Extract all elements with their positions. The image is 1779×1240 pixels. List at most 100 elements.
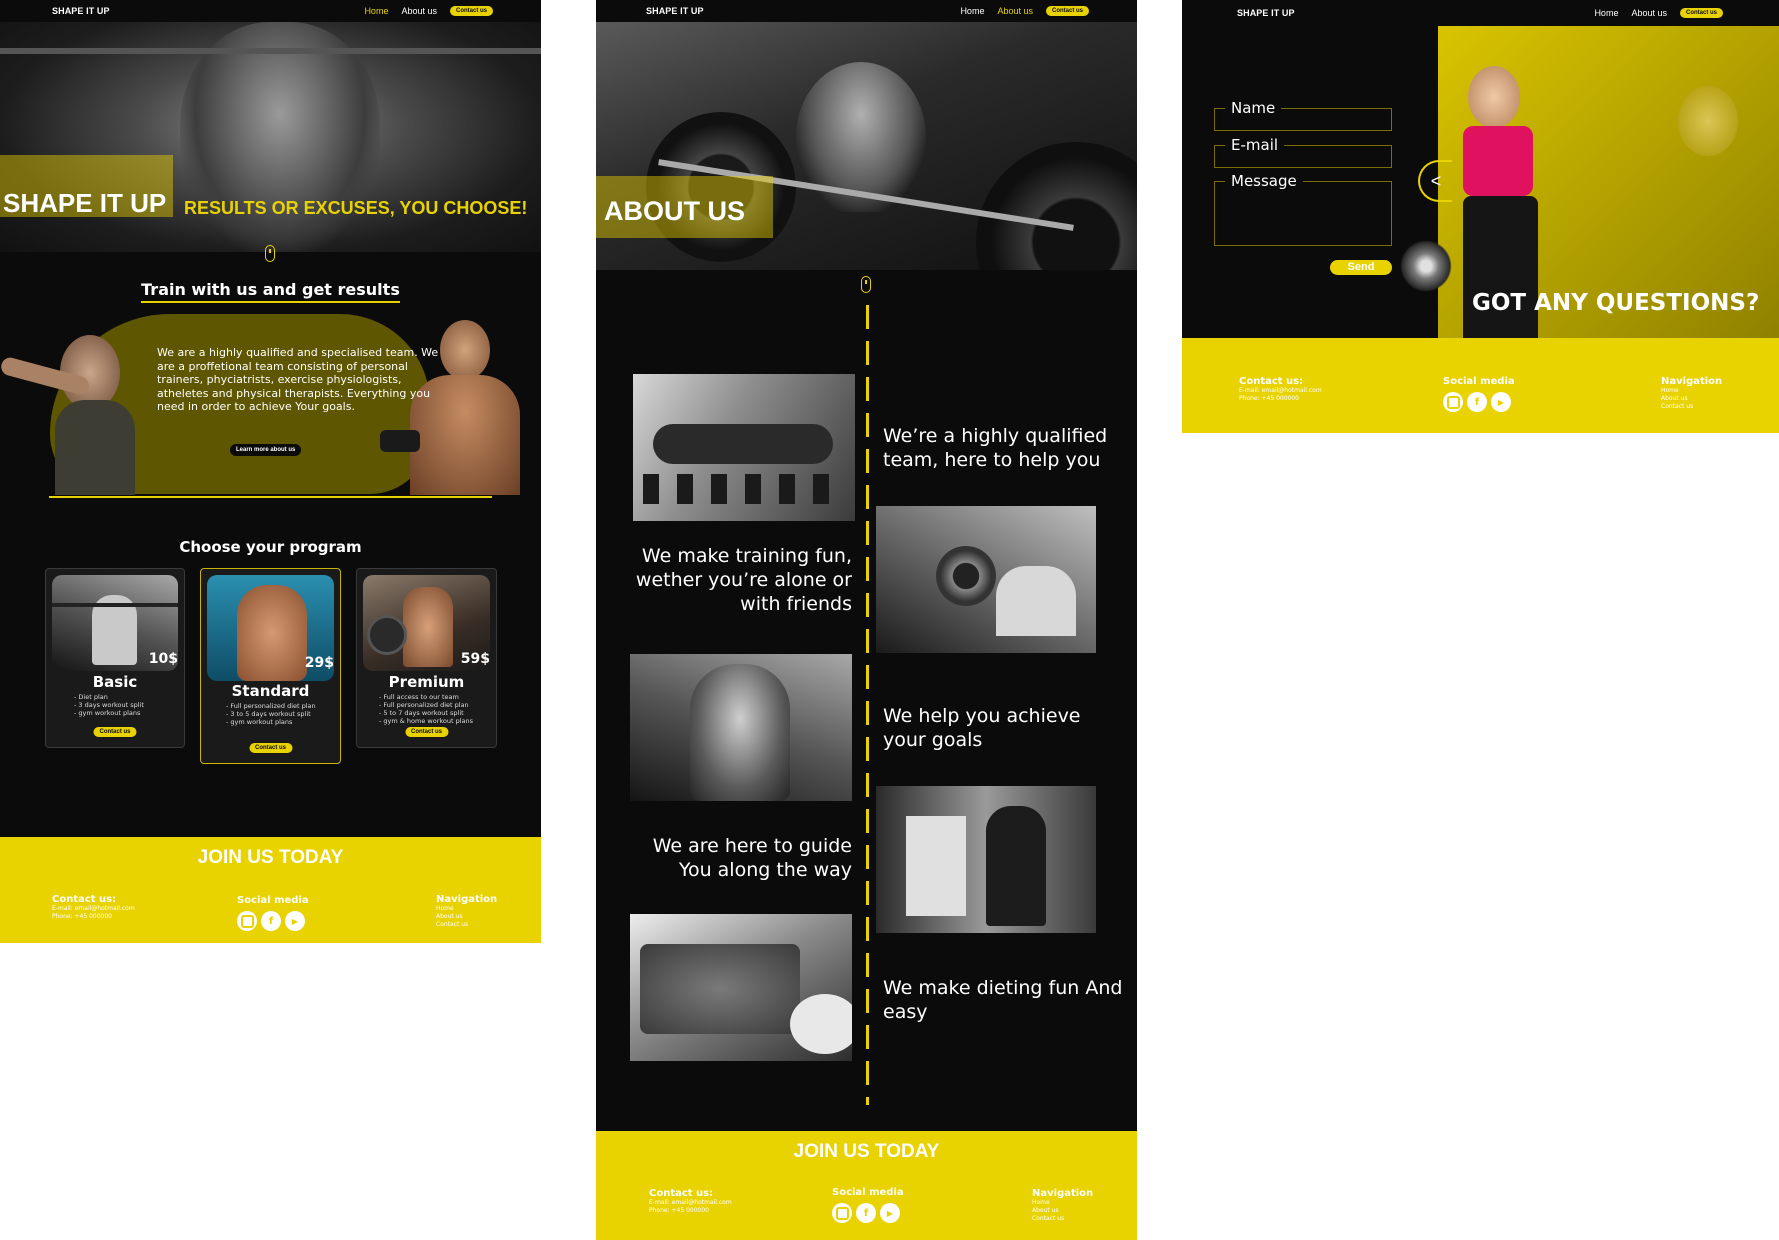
- footer-navigation: Navigation Home About us Contact us: [1661, 376, 1722, 411]
- top-nav: SHAPE IT UP Home About us Contact us: [0, 0, 541, 22]
- email-field[interactable]: E-mail: [1214, 136, 1392, 168]
- social-icons: f: [1443, 392, 1515, 412]
- footer-nav-home[interactable]: Home: [1032, 1199, 1093, 1207]
- about-item-5: We make dieting fun And easy: [883, 977, 1123, 1023]
- facebook-icon[interactable]: f: [856, 1203, 876, 1223]
- footer-phone: Phone: +45 000000: [649, 1207, 709, 1214]
- nav-about-link[interactable]: About us: [997, 6, 1033, 16]
- learn-more-button[interactable]: Learn more about us: [230, 444, 302, 456]
- footer-nav-contact[interactable]: Contact us: [1032, 1215, 1093, 1223]
- footer-email[interactable]: E-mail: email@hotmail.com: [52, 905, 135, 913]
- footer-nav-about[interactable]: About us: [1661, 395, 1722, 403]
- feature-item: - Diet plan: [74, 693, 108, 701]
- contact-page-mockup: SHAPE IT UP Home About us Contact us Nam…: [1182, 0, 1779, 433]
- brand-logo[interactable]: SHAPE IT UP: [52, 6, 110, 16]
- join-heading: JOIN US TODAY: [197, 847, 344, 868]
- program-contact-button[interactable]: Contact us: [248, 743, 293, 753]
- hero-title: SHAPE IT UP: [3, 188, 167, 218]
- brand-logo[interactable]: SHAPE IT UP: [1237, 8, 1295, 18]
- instagram-icon[interactable]: [1443, 392, 1463, 412]
- footer-contact: Contact us: E-mail: email@hotmail.com Ph…: [649, 1188, 732, 1215]
- footer-nav-home[interactable]: Home: [1661, 387, 1722, 395]
- footer-email[interactable]: E-mail: email@hotmail.com: [649, 1199, 732, 1207]
- footer-contact: Contact us: E-mail: email@hotmail.com Ph…: [1239, 376, 1322, 403]
- instagram-icon[interactable]: [832, 1203, 852, 1223]
- timeline-line: [866, 305, 869, 1105]
- nav-links: Home About us Contact us: [364, 6, 493, 16]
- program-features: - Full access to our team - Full persona…: [379, 693, 473, 725]
- footer-nav-about[interactable]: About us: [1032, 1207, 1093, 1215]
- feature-item: - Full personalized diet plan: [226, 702, 316, 710]
- section-heading-text: Train with us and get results: [141, 280, 400, 303]
- youtube-icon[interactable]: [1491, 392, 1511, 412]
- social-icons: f: [237, 911, 309, 931]
- nav-about-link[interactable]: About us: [401, 6, 437, 16]
- program-contact-button[interactable]: Contact us: [404, 727, 449, 737]
- footer-social-heading: Social media: [1443, 376, 1515, 387]
- feature-item: - 3 days workout split: [74, 701, 144, 709]
- nav-home-link[interactable]: Home: [364, 6, 388, 16]
- youtube-icon[interactable]: [880, 1203, 900, 1223]
- group-pushups-image: [633, 374, 855, 521]
- youtube-icon[interactable]: [285, 911, 305, 931]
- footer-nav-home[interactable]: Home: [436, 905, 497, 913]
- program-name: Premium: [388, 673, 465, 691]
- footer-social-heading: Social media: [832, 1187, 904, 1198]
- questions-headline: GOT ANY QUESTIONS?: [1472, 290, 1760, 316]
- name-label: Name: [1225, 99, 1282, 117]
- feature-item: - 5 to 7 days workout split: [379, 709, 464, 717]
- footer-nav-heading: Navigation: [436, 894, 498, 905]
- nav-home-link[interactable]: Home: [960, 6, 984, 16]
- feature-item: - gym workout plans: [226, 718, 293, 726]
- program-card-basic[interactable]: 10$ Basic - Diet plan - 3 days workout s…: [45, 568, 185, 748]
- footer-nav-contact[interactable]: Contact us: [1661, 403, 1722, 411]
- send-button[interactable]: Send: [1330, 260, 1392, 275]
- program-features: - Diet plan - 3 days workout split - gym…: [74, 693, 144, 717]
- message-field[interactable]: Message: [1214, 172, 1392, 246]
- social-icons: f: [832, 1203, 904, 1223]
- coach-guide-image: [876, 786, 1096, 933]
- hero-tagline: RESULTS OR EXCUSES, YOU CHOOSE!: [184, 198, 528, 218]
- feature-item: - 3 to 5 days workout split: [226, 710, 311, 718]
- footer-navigation: Navigation Home About us Contact us: [1032, 1188, 1093, 1223]
- section-divider: [49, 496, 492, 498]
- footer-nav-about[interactable]: About us: [436, 913, 497, 921]
- back-arrow-button[interactable]: <: [1418, 160, 1452, 202]
- program-contact-button[interactable]: Contact us: [93, 727, 137, 737]
- scroll-mouse-icon[interactable]: [265, 245, 275, 262]
- team-description: We are a highly qualified and specialise…: [157, 346, 439, 413]
- footer-email[interactable]: E-mail: email@hotmail.com: [1239, 387, 1322, 395]
- nav-contact-button[interactable]: Contact us: [1679, 8, 1723, 18]
- scroll-mouse-icon[interactable]: [861, 276, 871, 293]
- footer-social-heading: Social media: [237, 895, 309, 906]
- facebook-icon[interactable]: f: [1467, 392, 1487, 412]
- brand-logo[interactable]: SHAPE IT UP: [646, 6, 704, 16]
- program-price: 29$: [304, 655, 334, 671]
- about-title: ABOUT US: [604, 196, 745, 226]
- nav-links: Home About us Contact us: [1594, 8, 1723, 18]
- home-page-mockup: SHAPE IT UP Home About us Contact us SHA…: [0, 0, 541, 943]
- footer-nav-contact[interactable]: Contact us: [436, 921, 497, 929]
- program-features: - Full personalized diet plan - 3 to 5 d…: [226, 702, 316, 726]
- nav-home-link[interactable]: Home: [1594, 8, 1618, 18]
- footer: JOIN US TODAY Contact us: E-mail: email@…: [596, 1131, 1137, 1240]
- nav-about-link[interactable]: About us: [1631, 8, 1667, 18]
- footer-social: Social media f: [237, 895, 309, 931]
- name-field[interactable]: Name: [1214, 99, 1392, 131]
- nav-contact-button[interactable]: Contact us: [449, 6, 493, 16]
- program-card-premium[interactable]: 59$ Premium - Full access to our team - …: [356, 568, 497, 748]
- feature-item: - gym workout plans: [74, 709, 141, 717]
- dumbbell-image: [1400, 240, 1452, 292]
- friends-training-image: [876, 506, 1096, 653]
- footer-phone: Phone: +45 000000: [1239, 395, 1299, 402]
- program-price: 10$: [148, 651, 178, 667]
- about-item-1: We’re a highly qualified team, here to h…: [883, 425, 1108, 471]
- facebook-icon[interactable]: f: [261, 911, 281, 931]
- footer-phone: Phone: +45 000000: [52, 913, 112, 920]
- section-heading: Train with us and get results: [0, 280, 541, 303]
- feature-item: - Full access to our team: [379, 693, 459, 701]
- program-card-standard[interactable]: 29$ Standard - Full personalized diet pl…: [200, 568, 341, 764]
- nav-contact-button[interactable]: Contact us: [1045, 6, 1089, 16]
- instagram-icon[interactable]: [237, 911, 257, 931]
- program-name: Standard: [231, 682, 310, 700]
